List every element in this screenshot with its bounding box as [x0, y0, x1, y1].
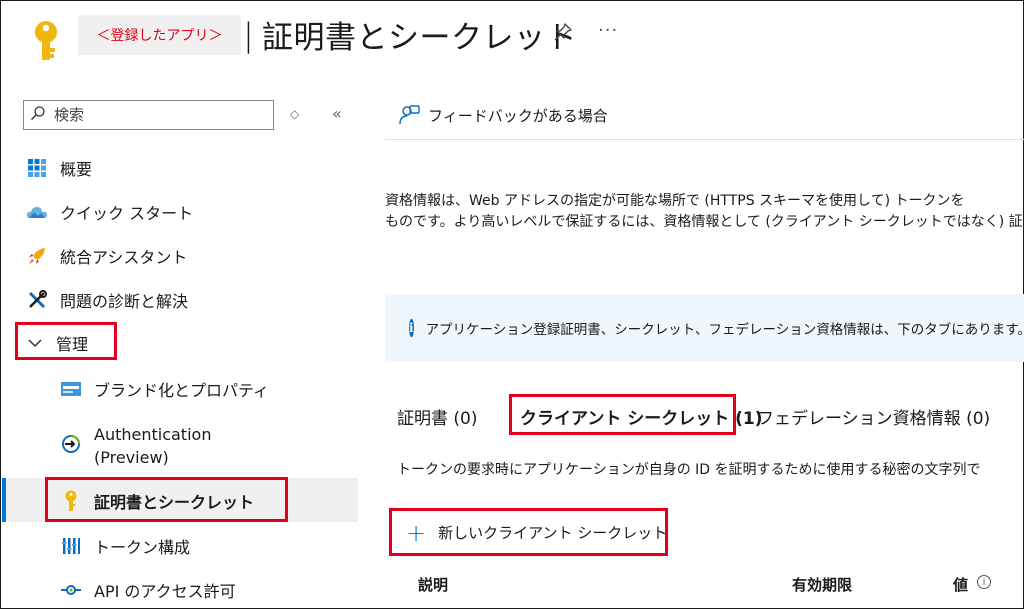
sidebar-item-label: ブランド化とプロパティ — [94, 381, 270, 400]
highlight-manage — [15, 322, 117, 360]
api-icon — [60, 579, 82, 601]
search-input[interactable] — [52, 105, 256, 125]
sidebar-item-label: 問題の診断と解決 — [60, 292, 189, 311]
sidebar-item-integration-assistant[interactable]: 統合アシスタント — [26, 244, 187, 268]
sidebar-item-branding[interactable]: ブランド化とプロパティ — [60, 377, 269, 401]
search-field[interactable] — [23, 100, 274, 130]
description-line-1: 資格情報は、Web アドレスの指定が可能な場所で (HTTPS スキーマを使用し… — [385, 193, 965, 209]
description-line-2: ものです。より高いレベルで保証するには、資格情報として (クライアント シークレ… — [385, 214, 1023, 230]
highlight-new-client-secret — [389, 508, 668, 556]
sidebar-item-overview[interactable]: 概要 — [26, 156, 92, 180]
tab-certificates[interactable]: 証明書 (0) — [397, 404, 477, 429]
more-options-icon[interactable]: ··· — [598, 20, 618, 41]
collapse-sidebar-icon[interactable]: « — [332, 104, 342, 123]
sidebar-item-quickstart[interactable]: クイック スタート — [26, 200, 193, 224]
sidebar-item-label: 統合アシスタント — [60, 248, 188, 267]
sidebar-item-label-group: Authentication (Preview) — [94, 423, 211, 469]
branding-icon — [60, 378, 82, 400]
cloud-icon — [26, 201, 48, 223]
authentication-icon — [60, 433, 82, 455]
feedback-button[interactable]: フィードバックがある場合 — [398, 104, 608, 126]
feedback-icon — [398, 104, 420, 126]
rocket-icon — [26, 245, 48, 267]
info-banner: i アプリケーション登録証明書、シークレット、フェデレーション資格情報は、下のタ… — [385, 294, 1024, 362]
app-key-icon — [28, 18, 64, 64]
value-info-icon[interactable]: i — [977, 575, 991, 589]
sidebar-item-api-permissions[interactable]: API のアクセス許可 — [60, 578, 236, 602]
column-header-expires[interactable]: 有効期限 — [792, 574, 852, 595]
tab-description: トークンの要求時にアプリケーションが自身の ID を証明するために使用する秘密の… — [397, 462, 981, 478]
column-header-description[interactable]: 説明 — [418, 574, 448, 595]
sidebar-item-label: クイック スタート — [60, 204, 194, 223]
sidebar-item-token-configuration[interactable]: トークン構成 — [60, 534, 190, 558]
tools-icon — [26, 289, 48, 311]
pin-icon[interactable] — [553, 22, 573, 42]
grid-icon — [26, 157, 48, 179]
page-title: 証明書とシークレット — [262, 20, 577, 56]
sidebar-item-sublabel: (Preview) — [94, 448, 169, 467]
feedback-label: フィードバックがある場合 — [428, 106, 608, 125]
sidebar-item-authentication[interactable]: Authentication (Preview) — [60, 423, 211, 469]
sidebar-item-label: 概要 — [60, 160, 93, 179]
highlight-certificates-secrets — [45, 477, 288, 522]
highlight-client-secrets-tab — [509, 394, 736, 435]
sidebar-item-label: Authentication — [94, 425, 212, 444]
sort-updown-icon[interactable]: ◇ — [290, 107, 299, 121]
info-banner-text: アプリケーション登録証明書、シークレット、フェデレーション資格情報は、下のタブに… — [425, 322, 1024, 338]
info-icon: i — [409, 319, 414, 337]
credentials-description: 資格情報は、Web アドレスの指定が可能な場所で (HTTPS スキーマを使用し… — [385, 191, 1024, 233]
sidebar-item-label: トークン構成 — [94, 538, 191, 557]
tab-federated-credentials[interactable]: フェデレーション資格情報 (0) — [757, 404, 990, 429]
main-divider — [385, 139, 1024, 140]
token-icon — [60, 535, 82, 557]
sidebar-item-label: API のアクセス許可 — [94, 582, 236, 601]
title-separator: | — [243, 16, 254, 54]
column-header-value[interactable]: 値 — [953, 574, 968, 595]
breadcrumb[interactable]: ＜登録したアプリ＞ — [78, 15, 241, 55]
search-icon — [30, 105, 46, 125]
sidebar-item-diagnose-solve[interactable]: 問題の診断と解決 — [26, 288, 188, 312]
selected-nav-indicator — [2, 478, 6, 522]
